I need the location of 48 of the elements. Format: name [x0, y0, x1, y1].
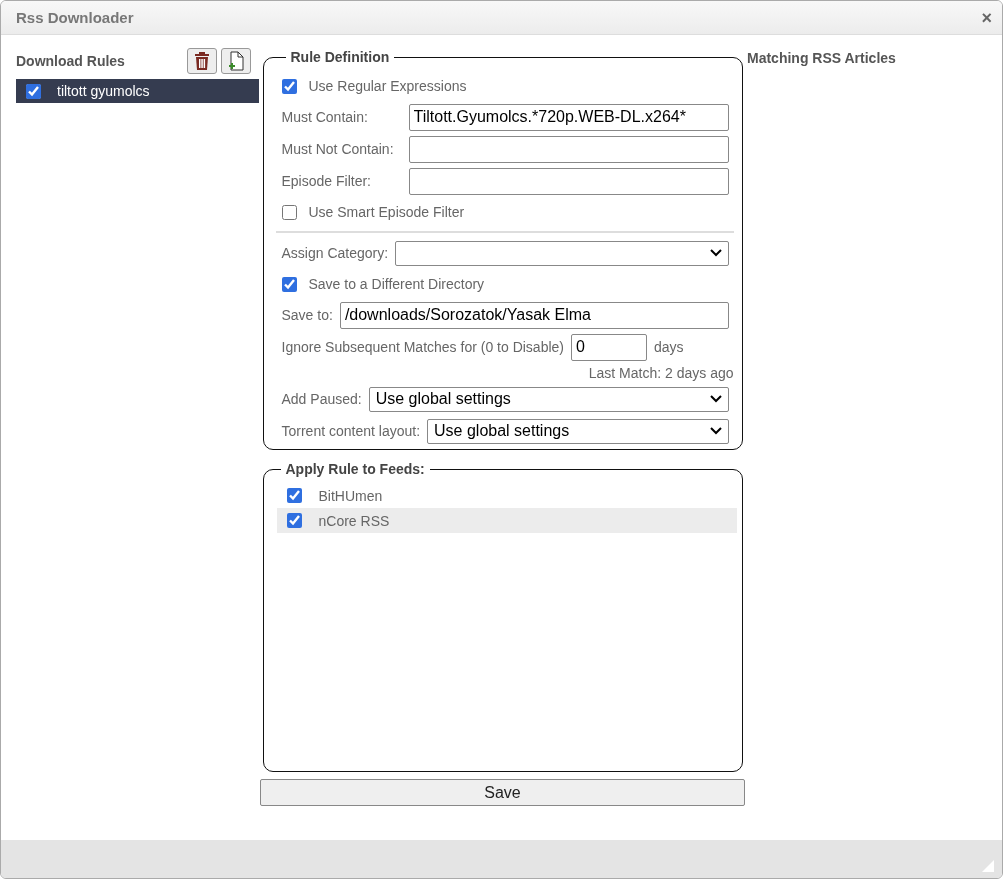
checkbox[interactable] [281, 204, 297, 220]
field-label: Must Not Contain: [281, 141, 395, 157]
checkbox[interactable] [281, 78, 297, 94]
feed-checkbox[interactable] [286, 513, 302, 528]
text-field[interactable]: Tiltott.Gyumolcs.*720p.WEB-DL.x264* [408, 103, 729, 131]
field-label: Torrent content layout: [281, 423, 421, 439]
field-label: Assign Category: [281, 245, 389, 261]
chevron-down-icon [709, 427, 722, 435]
panel-title: Rule Definition [289, 49, 391, 65]
section-heading: Download Rules [16, 53, 125, 69]
feed-name: BitHUmen [318, 487, 383, 504]
resize-grip-icon [982, 860, 994, 872]
unit-label: days [654, 339, 684, 355]
checkbox-label: Use Smart Episode Filter [308, 204, 465, 220]
text-field[interactable] [408, 135, 729, 163]
checkbox-label: Save to a Different Directory [308, 276, 485, 292]
trash-icon [194, 52, 210, 70]
add-paused-dropdown[interactable]: Use global settings [368, 386, 729, 412]
content-layout-dropdown[interactable]: Use global settings [427, 418, 729, 444]
rule-name: tiltott gyumolcs [57, 83, 150, 99]
field-label: Must Contain: [281, 109, 369, 125]
save-button[interactable]: Save [260, 779, 745, 806]
checkbox-label: Use Regular Expressions [308, 78, 467, 94]
rule-checkbox[interactable] [26, 83, 41, 99]
section-heading: Matching RSS Articles [747, 50, 896, 66]
feed-list-item[interactable]: nCore RSS [276, 508, 737, 533]
feed-name: nCore RSS [318, 512, 390, 529]
new-document-icon [228, 51, 244, 71]
text-field[interactable]: /downloads/Sorozatok/Yasak Elma [339, 301, 729, 329]
delete-rule-button[interactable] [187, 48, 217, 74]
field-label: Save to: [281, 307, 333, 323]
field-label: Ignore Subsequent Matches for (0 to Disable) [281, 339, 564, 355]
rule-list-item[interactable]: tiltott gyumolcs [16, 79, 259, 103]
feed-checkbox[interactable] [286, 488, 302, 503]
last-match-text: Last Match: 2 days ago [588, 365, 734, 381]
panel-title: Apply Rule to Feeds: [284, 461, 426, 477]
number-field[interactable]: 0 [571, 333, 647, 361]
new-rule-button[interactable] [221, 48, 251, 74]
category-dropdown[interactable] [395, 240, 729, 266]
window-title: Rss Downloader [16, 9, 134, 26]
chevron-down-icon [709, 249, 722, 257]
feed-list-item[interactable]: BitHUmen [276, 483, 737, 508]
chevron-down-icon [709, 395, 722, 403]
checkbox[interactable] [281, 276, 297, 292]
field-label: Episode Filter: [281, 173, 372, 189]
text-field[interactable] [408, 167, 729, 195]
field-label: Add Paused: [281, 391, 362, 407]
close-button[interactable]: × [979, 8, 994, 27]
